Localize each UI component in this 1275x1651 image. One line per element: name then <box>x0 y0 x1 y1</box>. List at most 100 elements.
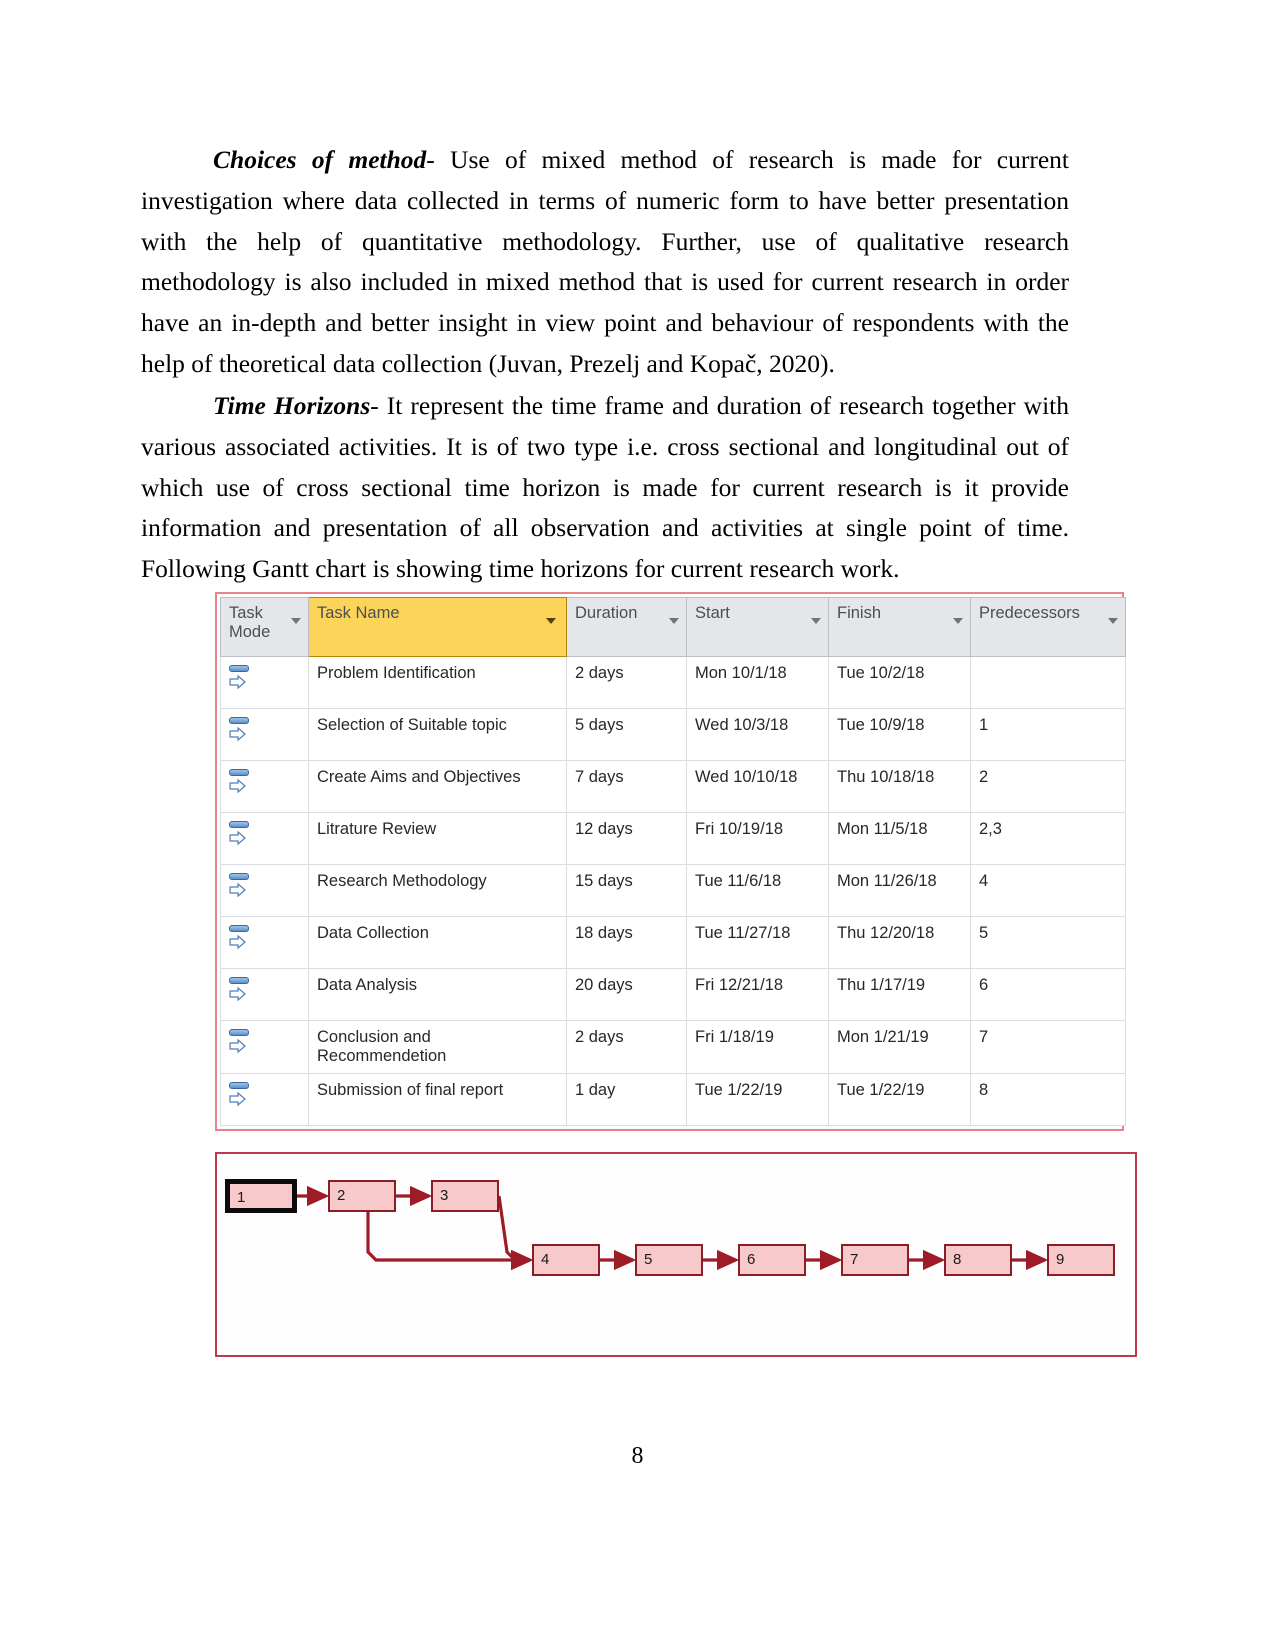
cell-task-mode[interactable] <box>220 916 309 969</box>
cell-finish[interactable]: Mon 11/26/18 <box>828 864 971 917</box>
network-node-2[interactable]: 2 <box>328 1180 396 1212</box>
cell-task-name[interactable]: Research Methodology <box>308 864 567 917</box>
cell-predecessors[interactable]: 7 <box>970 1020 1126 1074</box>
arrow-right-icon <box>229 935 246 949</box>
cell-duration[interactable]: 12 days <box>566 812 687 865</box>
cell-predecessors[interactable]: 2,3 <box>970 812 1126 865</box>
cell-task-mode[interactable] <box>220 760 309 813</box>
cell-task-name[interactable]: Create Aims and Objectives <box>308 760 567 813</box>
cell-duration[interactable]: 18 days <box>566 916 687 969</box>
cell-start[interactable]: Fri 1/18/19 <box>686 1020 829 1074</box>
auto-schedule-icon <box>229 976 251 1006</box>
cell-duration[interactable]: 1 day <box>566 1073 687 1126</box>
cell-start[interactable]: Wed 10/3/18 <box>686 708 829 761</box>
cell-start[interactable]: Tue 11/27/18 <box>686 916 829 969</box>
cell-finish[interactable]: Thu 10/18/18 <box>828 760 971 813</box>
column-header-label: Task Name <box>317 604 400 622</box>
task-table-body: Problem Identification 2 days Mon 10/1/18 T… <box>220 656 1126 1126</box>
cell-task-name[interactable]: Litrature Review <box>308 812 567 865</box>
cell-predecessors[interactable]: 5 <box>970 916 1126 969</box>
network-node-9[interactable]: 9 <box>1047 1244 1115 1276</box>
cell-start[interactable]: Mon 10/1/18 <box>686 656 829 709</box>
cell-task-name[interactable]: Data Collection <box>308 916 567 969</box>
cell-start[interactable]: Tue 1/22/19 <box>686 1073 829 1126</box>
network-node-5[interactable]: 5 <box>635 1244 703 1276</box>
auto-schedule-icon <box>229 768 251 798</box>
cell-duration[interactable]: 2 days <box>566 1020 687 1074</box>
cell-task-mode[interactable] <box>220 1020 309 1074</box>
table-header-row: Task Mode Task Name Duration Start Finis… <box>220 597 1126 657</box>
table-row[interactable]: Research Methodology 15 days Tue 11/6/18 Mo… <box>220 864 1126 917</box>
column-header-task-name[interactable]: Task Name <box>308 597 567 657</box>
network-edge <box>497 1195 534 1271</box>
cell-finish[interactable]: Thu 1/17/19 <box>828 968 971 1021</box>
table-row[interactable]: Data Collection 18 days Tue 11/27/18 Thu 12… <box>220 916 1126 969</box>
cell-finish[interactable]: Tue 10/9/18 <box>828 708 971 761</box>
paragraph-body: - Use of mixed method of research is mad… <box>141 145 1069 378</box>
network-node-4[interactable]: 4 <box>532 1244 600 1276</box>
chevron-down-icon[interactable] <box>291 618 301 624</box>
cell-predecessors[interactable] <box>970 656 1126 709</box>
table-row[interactable]: Conclusion and Recommendetion 2 days Fri 1… <box>220 1020 1126 1074</box>
cell-predecessors[interactable]: 8 <box>970 1073 1126 1126</box>
network-node-8[interactable]: 8 <box>944 1244 1012 1276</box>
network-node-3[interactable]: 3 <box>431 1180 499 1212</box>
auto-schedule-icon <box>229 664 251 694</box>
network-node-1[interactable]: 1 <box>225 1179 297 1213</box>
cell-task-mode[interactable] <box>220 968 309 1021</box>
table-row[interactable]: Create Aims and Objectives 7 days Wed 10/1… <box>220 760 1126 813</box>
table-row[interactable]: Litrature Review 12 days Fri 10/19/18 Mon 1… <box>220 812 1126 865</box>
table-row[interactable]: Selection of Suitable topic 5 days Wed 10/… <box>220 708 1126 761</box>
cell-start[interactable]: Fri 10/19/18 <box>686 812 829 865</box>
cell-task-name[interactable]: Submission of final report <box>308 1073 567 1126</box>
column-header-finish[interactable]: Finish <box>828 597 971 657</box>
cell-task-name[interactable]: Data Analysis <box>308 968 567 1021</box>
cell-finish[interactable]: Thu 12/20/18 <box>828 916 971 969</box>
cell-finish[interactable]: Tue 1/22/19 <box>828 1073 971 1126</box>
arrow-right-icon <box>229 987 246 1001</box>
cell-finish[interactable]: Tue 10/2/18 <box>828 656 971 709</box>
cell-task-mode[interactable] <box>220 864 309 917</box>
cell-duration[interactable]: 20 days <box>566 968 687 1021</box>
network-diagram: 12 3 4 5 6 7 8 9 <box>215 1152 1137 1357</box>
chevron-down-icon[interactable] <box>953 618 963 624</box>
cell-duration[interactable]: 2 days <box>566 656 687 709</box>
column-header-task-mode[interactable]: Task Mode <box>220 597 309 657</box>
cell-predecessors[interactable]: 2 <box>970 760 1126 813</box>
cell-task-mode[interactable] <box>220 812 309 865</box>
cell-task-name[interactable]: Conclusion and Recommendetion <box>308 1020 567 1074</box>
chevron-down-icon[interactable] <box>811 618 821 624</box>
arrow-right-icon <box>229 727 246 741</box>
chevron-down-icon[interactable] <box>669 618 679 624</box>
table-row[interactable]: Problem Identification 2 days Mon 10/1/18 T… <box>220 656 1126 709</box>
cell-task-mode[interactable] <box>220 708 309 761</box>
cell-predecessors[interactable]: 1 <box>970 708 1126 761</box>
document-page: Choices of method- Use of mixed method o… <box>0 0 1275 1651</box>
cell-task-name[interactable]: Problem Identification <box>308 656 567 709</box>
column-header-start[interactable]: Start <box>686 597 829 657</box>
cell-task-mode[interactable] <box>220 656 309 709</box>
cell-finish[interactable]: Mon 1/21/19 <box>828 1020 971 1074</box>
cell-start[interactable]: Tue 11/6/18 <box>686 864 829 917</box>
cell-start[interactable]: Fri 12/21/18 <box>686 968 829 1021</box>
network-node-7[interactable]: 7 <box>841 1244 909 1276</box>
chevron-down-icon[interactable] <box>1108 618 1118 624</box>
column-header-duration[interactable]: Duration <box>566 597 687 657</box>
column-header-label: Duration <box>575 604 638 622</box>
cell-start[interactable]: Wed 10/10/18 <box>686 760 829 813</box>
cell-duration[interactable]: 5 days <box>566 708 687 761</box>
cell-duration[interactable]: 15 days <box>566 864 687 917</box>
cell-predecessors[interactable]: 6 <box>970 968 1126 1021</box>
cell-task-name[interactable]: Selection of Suitable topic <box>308 708 567 761</box>
table-row[interactable]: Data Analysis 20 days Fri 12/21/18 Thu 1/17… <box>220 968 1126 1021</box>
cell-duration[interactable]: 7 days <box>566 760 687 813</box>
cell-predecessors[interactable]: 4 <box>970 864 1126 917</box>
cell-task-mode[interactable] <box>220 1073 309 1126</box>
gantt-task-table: Task Mode Task Name Duration Start Finis… <box>215 592 1126 1131</box>
cell-finish[interactable]: Mon 11/5/18 <box>828 812 971 865</box>
network-node-6[interactable]: 6 <box>738 1244 806 1276</box>
auto-schedule-icon <box>229 872 251 902</box>
table-row[interactable]: Submission of final report 1 day Tue 1/22/… <box>220 1073 1126 1126</box>
column-header-predecessors[interactable]: Predecessors <box>970 597 1126 657</box>
chevron-down-icon[interactable] <box>546 618 556 624</box>
